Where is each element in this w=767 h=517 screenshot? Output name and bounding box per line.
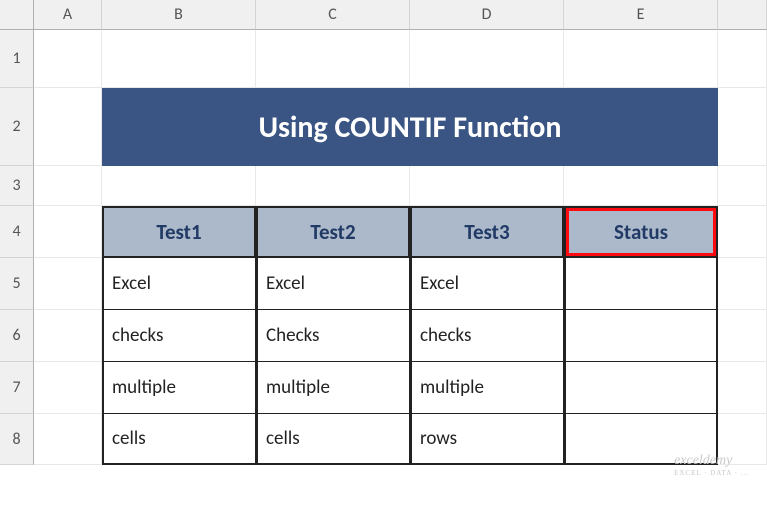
cell-overflow-3[interactable]: [718, 166, 767, 206]
col-header-d[interactable]: D: [410, 0, 564, 30]
table-cell-b7[interactable]: multiple: [102, 362, 256, 414]
cell-overflow-8[interactable]: [718, 414, 767, 465]
cell-a8[interactable]: [34, 414, 102, 465]
cell-c3[interactable]: [256, 166, 410, 206]
cell-a4[interactable]: [34, 206, 102, 258]
cell-overflow-1[interactable]: [718, 30, 767, 88]
row-header-2[interactable]: 2: [0, 88, 34, 166]
row-header-1[interactable]: 1: [0, 30, 34, 88]
table-cell-b5[interactable]: Excel: [102, 258, 256, 310]
table-cell-c8[interactable]: cells: [256, 414, 410, 465]
cell-e1[interactable]: [564, 30, 718, 88]
watermark-sub: EXCEL · DATA · ...: [674, 469, 749, 477]
cell-b3[interactable]: [102, 166, 256, 206]
cell-a5[interactable]: [34, 258, 102, 310]
cell-d1[interactable]: [410, 30, 564, 88]
cell-b1[interactable]: [102, 30, 256, 88]
table-header-test1[interactable]: Test1: [102, 206, 256, 258]
col-header-overflow[interactable]: [718, 0, 767, 30]
cell-a2[interactable]: [34, 88, 102, 166]
table-cell-d7[interactable]: multiple: [410, 362, 564, 414]
spreadsheet-grid: A B C D E 1 2 Using COUNTIF Function 3 4…: [0, 0, 767, 465]
row-header-8[interactable]: 8: [0, 414, 34, 465]
table-cell-e7[interactable]: [564, 362, 718, 414]
row-header-5[interactable]: 5: [0, 258, 34, 310]
table-cell-d5[interactable]: Excel: [410, 258, 564, 310]
cell-a7[interactable]: [34, 362, 102, 414]
cell-c1[interactable]: [256, 30, 410, 88]
row-header-4[interactable]: 4: [0, 206, 34, 258]
col-header-b[interactable]: B: [102, 0, 256, 30]
table-cell-e8[interactable]: [564, 414, 718, 465]
table-cell-c6[interactable]: Checks: [256, 310, 410, 362]
table-header-status[interactable]: Status: [564, 206, 718, 258]
col-header-c[interactable]: C: [256, 0, 410, 30]
cell-overflow-4[interactable]: [718, 206, 767, 258]
cell-overflow-5[interactable]: [718, 258, 767, 310]
table-cell-e6[interactable]: [564, 310, 718, 362]
row-header-6[interactable]: 6: [0, 310, 34, 362]
cell-e3[interactable]: [564, 166, 718, 206]
title-cell[interactable]: Using COUNTIF Function: [102, 88, 718, 166]
cell-overflow-6[interactable]: [718, 310, 767, 362]
cell-a1[interactable]: [34, 30, 102, 88]
table-header-test3[interactable]: Test3: [410, 206, 564, 258]
row-header-3[interactable]: 3: [0, 166, 34, 206]
cell-a3[interactable]: [34, 166, 102, 206]
table-cell-d8[interactable]: rows: [410, 414, 564, 465]
table-cell-c5[interactable]: Excel: [256, 258, 410, 310]
col-header-a[interactable]: A: [34, 0, 102, 30]
cell-overflow-7[interactable]: [718, 362, 767, 414]
table-cell-e5[interactable]: [564, 258, 718, 310]
cell-d3[interactable]: [410, 166, 564, 206]
table-cell-c7[interactable]: multiple: [256, 362, 410, 414]
cell-overflow-2[interactable]: [718, 88, 767, 166]
col-header-e[interactable]: E: [564, 0, 718, 30]
table-cell-d6[interactable]: checks: [410, 310, 564, 362]
cell-a6[interactable]: [34, 310, 102, 362]
table-header-test2[interactable]: Test2: [256, 206, 410, 258]
table-cell-b6[interactable]: checks: [102, 310, 256, 362]
select-all-corner[interactable]: [0, 0, 34, 30]
table-cell-b8[interactable]: cells: [102, 414, 256, 465]
row-header-7[interactable]: 7: [0, 362, 34, 414]
